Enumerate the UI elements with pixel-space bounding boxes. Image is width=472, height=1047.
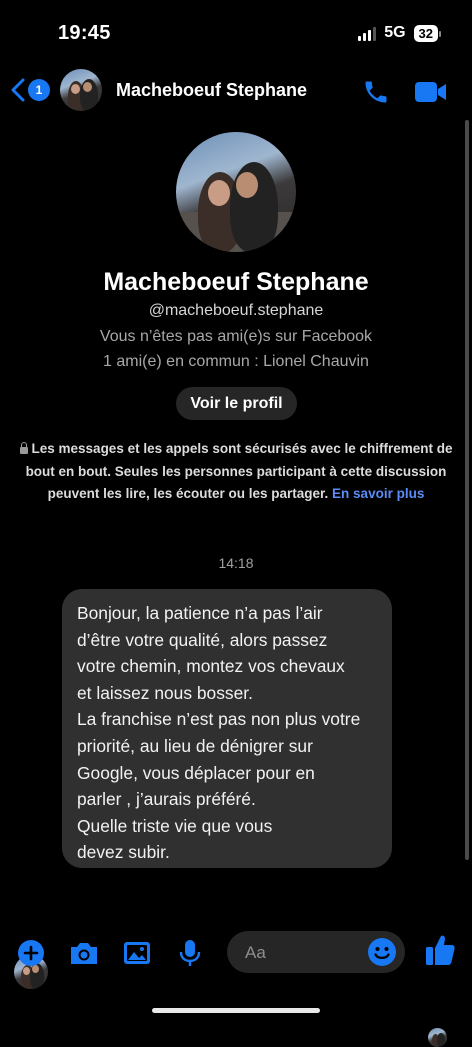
home-indicator[interactable] [152,1008,320,1013]
friend-status: Vous n’êtes pas ami(e)s sur Facebook [99,328,373,345]
emoji-button[interactable] [367,937,397,967]
chevron-left-icon [11,78,25,102]
video-call-button[interactable] [414,80,448,109]
chat-header: 1 Macheboeuf Stephane [0,62,472,120]
image-icon [124,942,150,964]
camera-icon [71,943,97,964]
contact-name[interactable]: Macheboeuf Stephane [116,80,307,101]
unread-badge: 1 [28,79,50,101]
scrollbar[interactable] [465,120,469,860]
message-timestamp: 14:18 [218,555,254,571]
status-time: 19:45 [58,22,111,44]
microphone-icon [179,940,201,966]
message-input[interactable] [243,931,367,975]
message-line: La franchise n’est pas non plus votre [77,709,361,730]
message-line: et laissez nous bosser. [77,682,253,703]
header-avatar[interactable] [60,69,102,111]
battery-icon: 32 [413,24,442,42]
add-button[interactable] [15,937,47,969]
message-line: priorité, au lieu de dénigrer sur [77,735,313,756]
camera-button[interactable] [68,937,100,969]
like-icon [426,935,455,965]
voice-button[interactable] [174,937,206,969]
view-profile-button[interactable]: Voir le profil [176,387,297,420]
message-composer [0,925,472,985]
profile-avatar[interactable] [176,132,296,252]
status-indicators: 5G 32 [358,24,442,42]
profile-name: Macheboeuf Stephane [103,268,369,296]
emoji-icon [368,938,396,966]
video-camera-icon [415,82,446,102]
like-button[interactable] [424,934,456,966]
message-line: votre chemin, montez vos chevaux [77,656,345,677]
message-line: Quelle triste vie que vous [77,815,273,836]
call-button[interactable] [362,78,390,111]
plus-icon [18,940,44,966]
gallery-button[interactable] [121,937,153,969]
signal-icon [358,25,377,41]
incoming-message-bubble[interactable]: Bonjour, la patience n’a pas l’air d’êtr… [62,589,392,868]
message-line: Bonjour, la patience n’a pas l’air [77,603,323,623]
message-line: Google, vous déplacer pour en [77,762,315,783]
message-line: d’être votre qualité, alors passez [77,629,328,650]
read-receipt-avatar [428,1028,447,1047]
profile-handle: @macheboeuf.stephane [148,302,324,319]
lock-icon [19,442,28,454]
encryption-notice: Les messages et les appels sont sécurisé… [18,438,454,506]
back-button[interactable]: 1 [10,78,50,102]
network-label: 5G [384,24,406,41]
mutual-friends: 1 ami(e) en commun : Lionel Chauvin [103,353,369,370]
message-line: devez subir. [77,842,170,863]
learn-more-link[interactable]: En savoir plus [332,486,424,501]
message-line: parler , j’aurais préféré. [77,789,256,810]
phone-icon [365,81,387,103]
message-input-wrapper [227,931,405,975]
